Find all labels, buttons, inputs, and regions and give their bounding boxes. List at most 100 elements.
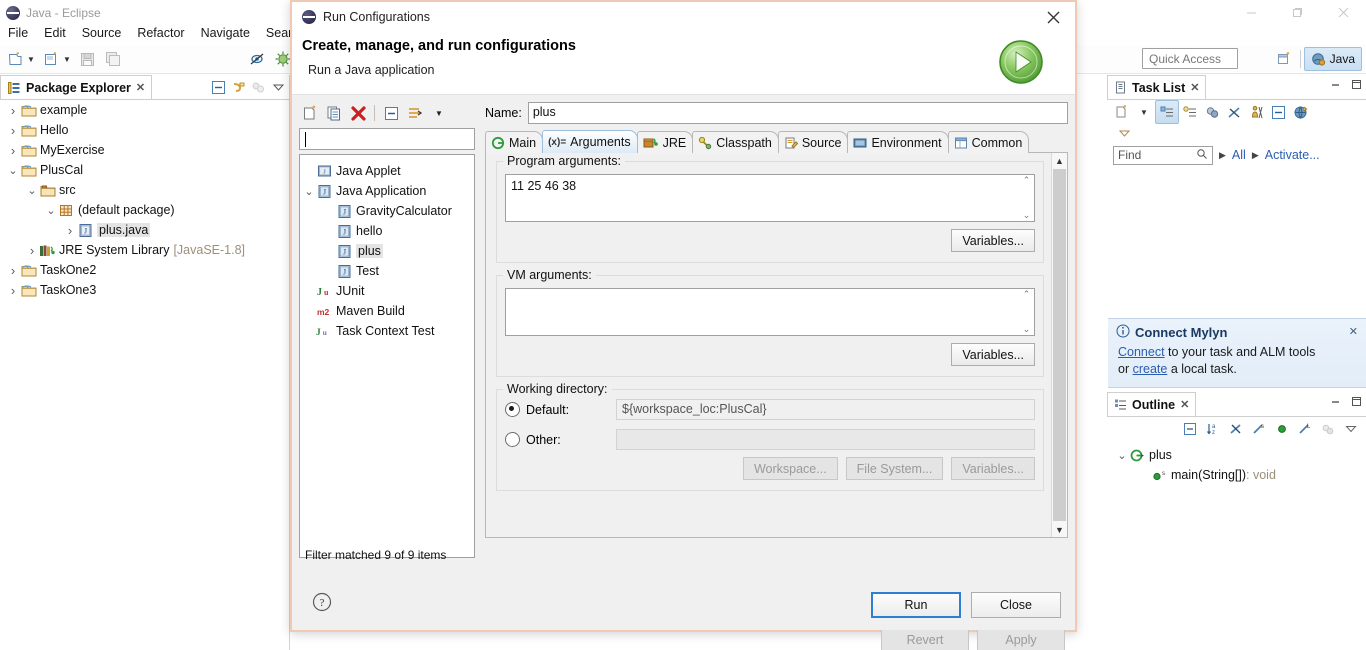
- close-icon[interactable]: [1320, 0, 1366, 25]
- open-perspective-icon[interactable]: [1273, 48, 1297, 70]
- revert-button[interactable]: Revert: [881, 628, 969, 650]
- program-arguments-variables-button[interactable]: Variables...: [951, 229, 1035, 252]
- working-directory-default-radio[interactable]: [505, 402, 520, 417]
- collapse-all-icon[interactable]: [1179, 418, 1201, 440]
- tab-main[interactable]: Main: [485, 131, 544, 153]
- tab-close-icon[interactable]: ✕: [136, 81, 145, 94]
- outline-item[interactable]: ⌄ plus: [1107, 445, 1366, 465]
- tree-item-taskone3[interactable]: › TaskOne3: [0, 280, 289, 300]
- menu-arrow-icon[interactable]: ▼: [428, 102, 450, 124]
- menu-refactor[interactable]: Refactor: [129, 24, 192, 42]
- synchronize-icon[interactable]: [1289, 101, 1311, 123]
- tree-item-src[interactable]: ⌄ src: [0, 180, 289, 200]
- chevron-down-icon[interactable]: ⌄: [6, 164, 20, 177]
- duplicate-icon[interactable]: [323, 102, 345, 124]
- scroll-down-icon[interactable]: ⌄: [1023, 324, 1031, 335]
- maximize-view-icon[interactable]: [1350, 395, 1363, 411]
- new-configuration-icon[interactable]: [299, 102, 321, 124]
- outline-tree[interactable]: ⌄ plus s main(String[]) : void: [1107, 441, 1366, 485]
- mylyn-close-icon[interactable]: ✕: [1349, 325, 1358, 338]
- program-arguments-textarea[interactable]: 11 25 46 38: [505, 174, 1035, 222]
- config-item-gravitycalculator[interactable]: J GravityCalculator: [300, 201, 474, 221]
- tab-close-icon[interactable]: ✕: [1190, 81, 1199, 94]
- file-system-button[interactable]: File System...: [845, 457, 944, 480]
- new-task-icon[interactable]: [1111, 101, 1133, 123]
- close-button[interactable]: Close: [971, 592, 1061, 618]
- hide-static-icon[interactable]: s: [1248, 418, 1270, 440]
- collapse-all-icon[interactable]: [1267, 101, 1289, 123]
- vm-arguments-variables-button[interactable]: Variables...: [951, 343, 1035, 366]
- tab-outline[interactable]: Outline ✕: [1107, 392, 1197, 416]
- sort-icon[interactable]: a z: [1202, 418, 1224, 440]
- tab-common[interactable]: Common: [947, 131, 1030, 153]
- working-directory-other-input[interactable]: [616, 429, 1035, 450]
- mylyn-connect-link[interactable]: Connect: [1118, 345, 1165, 359]
- new-wizard-icon[interactable]: [4, 48, 26, 70]
- chevron-right-icon[interactable]: ›: [6, 103, 20, 118]
- tree-item-pluscal[interactable]: ⌄ PlusCal: [0, 160, 289, 180]
- maximize-view-icon[interactable]: [1350, 78, 1363, 94]
- new-wizard-dropdown-icon[interactable]: ▼: [26, 49, 36, 69]
- scroll-up-icon[interactable]: ⌃: [1023, 289, 1031, 300]
- collapse-all-icon[interactable]: [208, 77, 228, 97]
- tree-item-myexercise[interactable]: › MyExercise: [0, 140, 289, 160]
- config-item-task-context-test[interactable]: Ju Task Context Test: [300, 321, 474, 341]
- my-tasks-icon[interactable]: [1245, 101, 1267, 123]
- view-menu-extra-icon[interactable]: [248, 77, 268, 97]
- vm-arguments-textarea[interactable]: [505, 288, 1035, 336]
- working-directory-other-radio[interactable]: [505, 432, 520, 447]
- chevron-right-icon[interactable]: ›: [63, 223, 77, 238]
- workspace-button[interactable]: Workspace...: [742, 457, 838, 480]
- tab-package-explorer[interactable]: Package Explorer ✕: [0, 75, 153, 99]
- chevron-down-icon[interactable]: ⌄: [1115, 449, 1129, 462]
- perspective-java[interactable]: Java: [1303, 47, 1362, 71]
- config-item-junit[interactable]: Ju JUnit: [300, 281, 474, 301]
- filter-icon[interactable]: [404, 102, 426, 124]
- menu-file[interactable]: File: [0, 24, 36, 42]
- new-java-class-icon[interactable]: [40, 48, 62, 70]
- chevron-right-icon[interactable]: ›: [6, 143, 20, 158]
- skip-breakpoints-icon[interactable]: [246, 48, 268, 70]
- working-directory-variables-button[interactable]: Variables...: [951, 457, 1035, 480]
- tree-item-default-package[interactable]: ⌄ (default package): [0, 200, 289, 220]
- outline-item[interactable]: s main(String[]) : void: [1107, 465, 1366, 485]
- hide-fields-icon[interactable]: [1225, 418, 1247, 440]
- tab-arguments[interactable]: (x)= Arguments: [542, 130, 638, 153]
- search-icon[interactable]: [1196, 148, 1208, 163]
- new-task-dropdown-icon[interactable]: ▼: [1133, 101, 1155, 123]
- configurations-filter-input[interactable]: [299, 128, 475, 150]
- tab-jre[interactable]: JRE: [636, 131, 694, 153]
- program-arguments-scrollbar[interactable]: ⌃ ⌄: [1019, 175, 1034, 221]
- menu-source[interactable]: Source: [74, 24, 130, 42]
- collapse-all-icon[interactable]: [380, 102, 402, 124]
- configurations-tree[interactable]: J Java Applet ⌄ J Java Application J GravityCa…: [299, 154, 475, 558]
- maximize-icon[interactable]: [1274, 0, 1320, 25]
- view-menu-icon[interactable]: [1113, 122, 1135, 144]
- activate-expand-arrow-icon[interactable]: ▶: [1252, 150, 1259, 161]
- menu-navigate[interactable]: Navigate: [193, 24, 258, 42]
- quick-access-input[interactable]: Quick Access: [1142, 48, 1238, 69]
- chevron-right-icon[interactable]: ›: [6, 263, 20, 278]
- mylyn-create-link[interactable]: create: [1133, 362, 1168, 376]
- dialog-close-icon[interactable]: [1031, 2, 1075, 32]
- tree-item-taskone2[interactable]: › TaskOne2: [0, 260, 289, 280]
- tree-item-plus-java[interactable]: › Jplus.java: [0, 220, 289, 240]
- config-item-java-applet[interactable]: J Java Applet: [300, 161, 474, 181]
- minimize-icon[interactable]: [1228, 0, 1274, 25]
- minimize-view-icon[interactable]: [1329, 395, 1342, 411]
- config-item-hello[interactable]: Jhello: [300, 221, 474, 241]
- tab-close-icon[interactable]: ✕: [1180, 398, 1189, 411]
- chevron-right-icon[interactable]: ›: [6, 283, 20, 298]
- all-expand-arrow-icon[interactable]: ▶: [1219, 150, 1226, 161]
- name-input[interactable]: plus: [527, 102, 1068, 124]
- hide-completed-icon[interactable]: [1223, 101, 1245, 123]
- chevron-right-icon[interactable]: ›: [25, 243, 39, 258]
- new-java-class-dropdown-icon[interactable]: ▼: [62, 49, 72, 69]
- task-find-input[interactable]: Find: [1113, 145, 1213, 165]
- menu-edit[interactable]: Edit: [36, 24, 74, 42]
- config-item-test[interactable]: J Test: [300, 261, 474, 281]
- tab-classpath[interactable]: Classpath: [692, 131, 779, 153]
- delete-icon[interactable]: [347, 102, 369, 124]
- scrollbar-thumb[interactable]: [1053, 169, 1066, 521]
- link-with-editor-icon[interactable]: [228, 77, 248, 97]
